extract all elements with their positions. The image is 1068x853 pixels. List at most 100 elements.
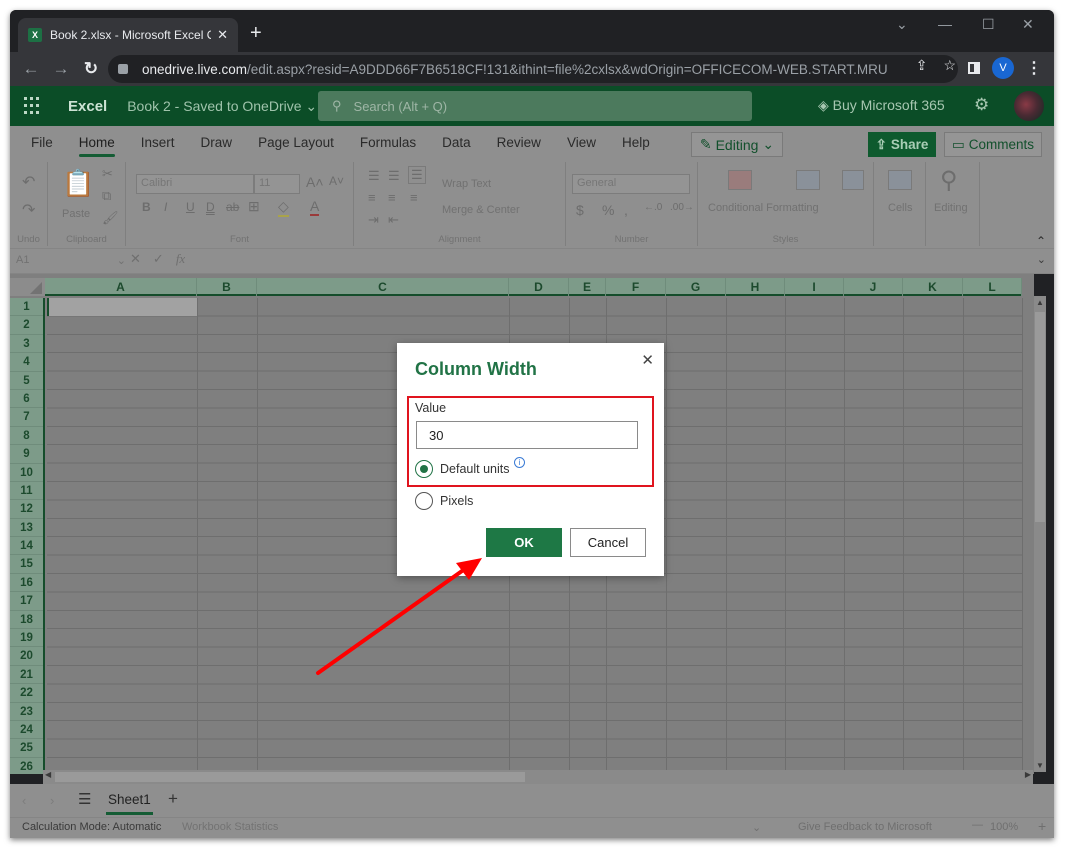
scroll-right-icon[interactable]: ▶ xyxy=(1025,770,1031,779)
font-size-select[interactable]: 11 xyxy=(254,174,300,194)
share-button[interactable]: ⇪ Share xyxy=(868,132,936,157)
underline-icon[interactable]: U xyxy=(186,200,195,214)
tab-view[interactable]: View xyxy=(554,126,609,160)
comments-button[interactable]: ▭ Comments xyxy=(944,132,1042,157)
row-header-4[interactable]: 4 xyxy=(10,353,43,372)
row-header-2[interactable]: 2 xyxy=(10,316,43,335)
align-top-icon[interactable]: ☰ xyxy=(368,168,380,184)
row-header-16[interactable]: 16 xyxy=(10,574,43,593)
search-input[interactable]: ⚲ Search (Alt + Q) xyxy=(318,91,752,121)
maximize-icon[interactable]: ☐ xyxy=(982,16,995,33)
vertical-scroll-thumb[interactable] xyxy=(1035,312,1045,522)
tab-insert[interactable]: Insert xyxy=(128,126,188,160)
row-header-7[interactable]: 7 xyxy=(10,408,43,427)
row-header-3[interactable]: 3 xyxy=(10,335,43,354)
forward-icon[interactable]: → xyxy=(46,59,76,79)
align-middle-icon[interactable]: ☰ xyxy=(388,168,400,184)
currency-icon[interactable]: $ xyxy=(576,202,584,218)
pixels-radio[interactable] xyxy=(415,492,433,510)
name-box[interactable]: A1 ⌄ xyxy=(10,251,128,271)
selected-cell-a1[interactable] xyxy=(47,298,197,316)
expand-formula-bar-icon[interactable]: ⌄ xyxy=(1037,253,1046,266)
conditional-formatting-button[interactable]: Conditional Formatting xyxy=(708,202,819,215)
tab-page-layout[interactable]: Page Layout xyxy=(245,126,347,160)
editing-button[interactable]: Editing xyxy=(934,202,968,214)
double-underline-icon[interactable]: D xyxy=(206,200,215,214)
row-header-14[interactable]: 14 xyxy=(10,537,43,556)
default-units-label[interactable]: Default units xyxy=(440,462,509,476)
paste-icon[interactable]: 📋 xyxy=(62,168,94,199)
buy-microsoft-365-link[interactable]: ◈ Buy Microsoft 365 xyxy=(818,97,945,114)
status-dropdown-icon[interactable]: ⌄ xyxy=(752,821,761,834)
bold-icon[interactable]: B xyxy=(142,200,151,214)
fill-color-icon[interactable]: ◇ xyxy=(278,198,289,217)
increase-font-icon[interactable]: A˄ xyxy=(306,174,324,190)
cut-icon[interactable]: ✂ xyxy=(102,166,113,182)
give-feedback-link[interactable]: Give Feedback to Microsoft xyxy=(798,821,932,833)
sheet-tab-sheet1[interactable]: Sheet1 xyxy=(106,792,153,815)
bookmark-star-icon[interactable]: ☆ xyxy=(943,57,956,74)
align-bottom-icon[interactable]: ☰ xyxy=(408,166,426,184)
outdent-icon[interactable]: ⇤ xyxy=(388,212,399,228)
merge-center-button[interactable]: Merge & Center xyxy=(442,204,520,216)
profile-avatar[interactable]: V xyxy=(992,57,1014,79)
cancel-formula-icon[interactable]: ✕ xyxy=(130,251,141,267)
row-header-17[interactable]: 17 xyxy=(10,592,43,611)
align-right-icon[interactable]: ≡ xyxy=(410,190,418,205)
browser-tab[interactable]: X Book 2.xlsx - Microsoft Excel Onl ✕ xyxy=(18,18,238,52)
row-header-23[interactable]: 23 xyxy=(10,703,43,721)
row-header-21[interactable]: 21 xyxy=(10,666,43,685)
all-sheets-menu-icon[interactable]: ☰ xyxy=(78,790,91,808)
user-avatar[interactable] xyxy=(1014,91,1044,121)
document-title[interactable]: Book 2 - Saved to OneDrive ⌄ xyxy=(127,98,317,115)
row-header-5[interactable]: 5 xyxy=(10,372,43,390)
zoom-in-icon[interactable]: + xyxy=(1038,818,1046,834)
tab-review[interactable]: Review xyxy=(484,126,554,160)
row-header-18[interactable]: 18 xyxy=(10,611,43,630)
increase-decimal-icon[interactable]: ←.0 xyxy=(644,202,662,213)
strikethrough-icon[interactable]: ab xyxy=(226,200,239,214)
zoom-out-icon[interactable]: — xyxy=(972,819,983,831)
tab-data[interactable]: Data xyxy=(429,126,484,160)
column-header-b[interactable]: B xyxy=(197,278,257,296)
column-header-h[interactable]: H xyxy=(726,278,785,296)
horizontal-scrollbar[interactable]: ◀ ▶ xyxy=(43,770,1033,784)
close-dialog-icon[interactable]: ✕ xyxy=(641,351,654,369)
align-center-icon[interactable]: ≡ xyxy=(388,190,396,205)
scroll-down-icon[interactable]: ▼ xyxy=(1034,761,1046,770)
decrease-font-icon[interactable]: A˅ xyxy=(329,174,344,188)
column-header-j[interactable]: J xyxy=(844,278,903,296)
column-header-e[interactable]: E xyxy=(569,278,606,296)
reload-icon[interactable]: ↻ xyxy=(76,59,106,79)
ok-button[interactable]: OK xyxy=(486,528,562,557)
row-header-25[interactable]: 25 xyxy=(10,739,43,758)
pixels-label[interactable]: Pixels xyxy=(440,494,473,508)
new-tab-icon[interactable]: + xyxy=(250,22,262,45)
copy-icon[interactable]: ⧉ xyxy=(102,188,111,204)
row-header-19[interactable]: 19 xyxy=(10,629,43,648)
close-window-icon[interactable]: ✕ xyxy=(1022,16,1034,33)
column-header-f[interactable]: F xyxy=(606,278,666,296)
row-header-15[interactable]: 15 xyxy=(10,555,43,574)
percent-icon[interactable]: % xyxy=(602,202,614,218)
settings-gear-icon[interactable]: ⚙ xyxy=(974,95,989,115)
url-field[interactable]: onedrive.live.com /edit.aspx?resid=A9DDD… xyxy=(108,55,958,83)
row-header-11[interactable]: 11 xyxy=(10,482,43,501)
decrease-decimal-icon[interactable]: .00→ xyxy=(670,202,694,213)
row-header-22[interactable]: 22 xyxy=(10,684,43,703)
align-left-icon[interactable]: ≡ xyxy=(368,190,376,205)
prev-sheet-icon[interactable]: ‹ xyxy=(22,793,26,808)
tab-search-icon[interactable]: ⌄ xyxy=(896,16,908,33)
info-icon[interactable]: i xyxy=(514,457,525,468)
horizontal-scroll-thumb[interactable] xyxy=(55,772,525,782)
more-menu-icon[interactable]: ⋮ xyxy=(1026,58,1042,78)
column-header-a[interactable]: A xyxy=(45,278,197,296)
app-name[interactable]: Excel xyxy=(68,98,107,115)
editing-mode-button[interactable]: ✎ Editing ⌄ xyxy=(691,132,783,157)
app-launcher-icon[interactable] xyxy=(24,97,42,115)
tab-file[interactable]: File xyxy=(18,126,66,160)
borders-icon[interactable]: ⊞ xyxy=(248,198,260,215)
zoom-level[interactable]: 100% xyxy=(990,821,1018,833)
cancel-button[interactable]: Cancel xyxy=(570,528,646,557)
scroll-up-icon[interactable]: ▲ xyxy=(1034,298,1046,307)
